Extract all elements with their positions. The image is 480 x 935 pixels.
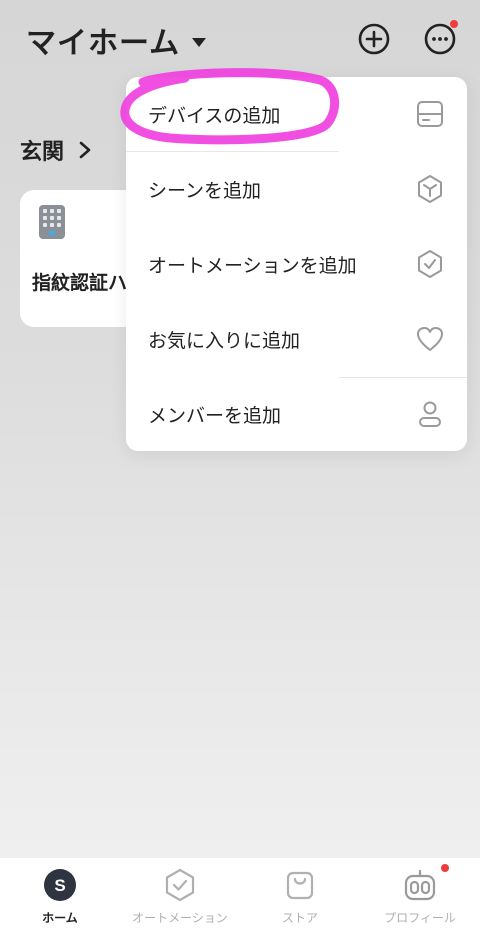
plus-circle-icon — [358, 23, 390, 55]
profile-robot-icon — [404, 869, 436, 901]
menu-item-add-favorite[interactable]: お気に入りに追加 — [126, 302, 467, 376]
keypad-device-icon — [39, 205, 65, 239]
more-button[interactable] — [423, 20, 458, 56]
nav-label: ストア — [281, 911, 318, 925]
menu-item-label: デバイスの追加 — [148, 104, 281, 127]
menu-item-label: メンバーを追加 — [148, 404, 282, 427]
automation-check-icon — [418, 250, 442, 278]
device-icon — [417, 101, 443, 127]
nav-item-store[interactable]: ストア — [240, 858, 360, 935]
home-selector[interactable]: マイホーム — [26, 18, 207, 62]
svg-text:S: S — [54, 876, 65, 895]
menu-item-add-scene[interactable]: シーンを追加 — [126, 152, 467, 226]
device-name: 指紋認証ハ — [32, 272, 128, 294]
heart-icon — [417, 327, 443, 351]
notification-dot — [441, 864, 449, 872]
person-icon — [419, 401, 441, 427]
room-header[interactable]: 玄関 — [20, 134, 92, 166]
automation-icon — [165, 868, 195, 902]
add-button[interactable] — [357, 22, 391, 56]
menu-item-add-device[interactable]: デバイスの追加 — [126, 77, 467, 151]
nav-label: オートメーション — [132, 911, 228, 925]
nav-item-automation[interactable]: オートメーション — [120, 858, 240, 935]
nav-label: ホーム — [42, 911, 78, 925]
home-s-icon: S — [44, 869, 76, 901]
notification-dot — [450, 20, 458, 28]
nav-item-profile[interactable]: プロフィール — [360, 858, 480, 935]
menu-item-label: オートメーションを追加 — [148, 254, 357, 277]
nav-item-home[interactable]: S ホーム — [0, 858, 120, 935]
caret-down-icon — [192, 37, 207, 47]
menu-item-add-automation[interactable]: オートメーションを追加 — [126, 227, 467, 301]
chevron-right-icon — [79, 141, 91, 159]
menu-item-label: シーンを追加 — [148, 179, 262, 202]
bottom-nav: S ホーム オートメーション ストア プロフィール — [0, 858, 480, 935]
nav-label: プロフィール — [384, 911, 456, 925]
add-menu-dropdown: デバイスの追加 シーンを追加 オートメーションを追加 お気に入りに追加 メンバー… — [126, 77, 467, 451]
home-title: マイホーム — [26, 26, 181, 61]
room-name: 玄関 — [20, 140, 65, 165]
store-bag-icon — [286, 871, 314, 900]
menu-item-add-member[interactable]: メンバーを追加 — [126, 377, 467, 451]
menu-item-label: お気に入りに追加 — [148, 329, 301, 352]
scene-hexagon-icon — [418, 175, 442, 203]
